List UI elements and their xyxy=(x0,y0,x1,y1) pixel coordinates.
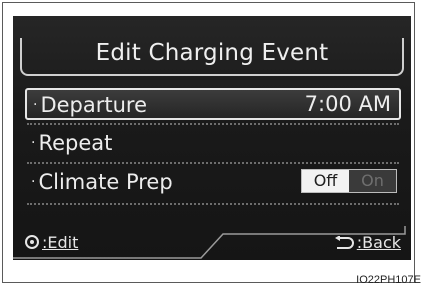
departure-label: Departure xyxy=(40,93,148,117)
footer-bar: :Edit :Back xyxy=(13,222,411,260)
climate-prep-row[interactable]: · Climate Prep Off On xyxy=(25,167,401,199)
repeat-row[interactable]: · Repeat xyxy=(25,128,401,160)
back-button[interactable]: :Back xyxy=(331,233,401,252)
bullet-icon: · xyxy=(33,97,38,113)
figure-caption: IO22PH107E xyxy=(356,274,421,286)
dial-icon xyxy=(25,235,39,249)
bullet-icon: · xyxy=(31,135,36,151)
divider xyxy=(27,203,399,205)
back-arrow-icon xyxy=(334,236,354,249)
edit-label: :Edit xyxy=(42,233,79,252)
repeat-label: Repeat xyxy=(38,131,113,155)
departure-time: 7:00 AM xyxy=(304,92,391,116)
repeat-label-wrap: · Repeat xyxy=(31,131,112,155)
page-title: Edit Charging Event xyxy=(95,40,329,66)
departure-row[interactable]: · Departure 7:00 AM xyxy=(25,88,401,120)
climate-prep-label: Climate Prep xyxy=(38,170,173,194)
toggle-on-option[interactable]: On xyxy=(349,170,396,192)
divider xyxy=(27,162,399,164)
climate-prep-label-wrap: · Climate Prep xyxy=(31,170,173,194)
edit-button[interactable]: :Edit xyxy=(25,233,78,252)
climate-prep-toggle[interactable]: Off On xyxy=(301,169,397,193)
back-label: :Back xyxy=(356,233,401,252)
toggle-off-option[interactable]: Off xyxy=(302,170,349,192)
divider xyxy=(27,123,399,125)
departure-label-wrap: · Departure xyxy=(33,93,147,117)
bullet-icon: · xyxy=(31,174,36,190)
display-screen: Edit Charging Event · Departure 7:00 AM ·… xyxy=(13,16,411,260)
